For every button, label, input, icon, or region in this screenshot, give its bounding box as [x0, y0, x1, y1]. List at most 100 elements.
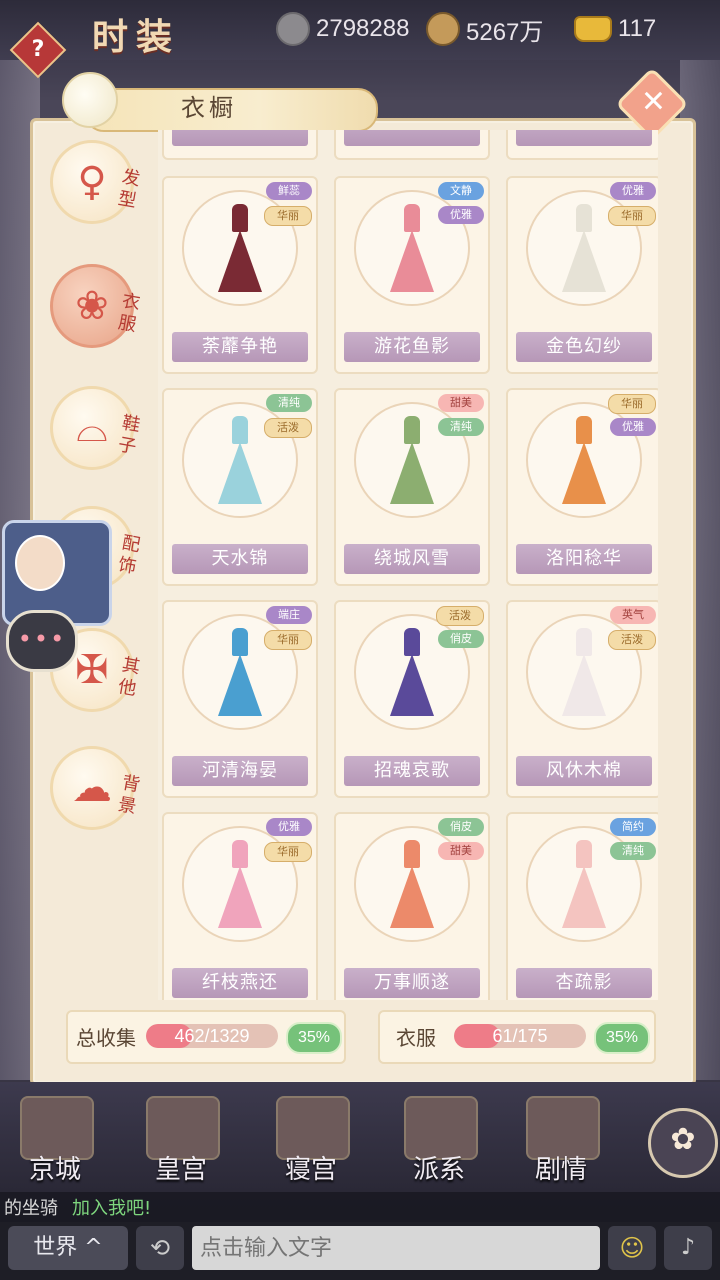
outfit-card[interactable]: 文静 优雅 游花鱼影 — [334, 176, 490, 374]
outfit-card[interactable]: 英气 活泼 风休木棉 — [506, 600, 658, 798]
outfit-card[interactable]: 优雅华丽金色幻纱 — [506, 176, 658, 374]
outfit-card-partial[interactable] — [162, 130, 318, 160]
outfit-name: 风休木棉 — [516, 756, 652, 786]
outfit-preview-image — [218, 628, 262, 718]
silver-coin-icon — [276, 12, 310, 46]
outfit-preview-image — [562, 628, 606, 718]
help-icon: ? — [31, 37, 45, 62]
outfit-card[interactable]: 简约 清纯 杏疏影 — [506, 812, 658, 1000]
outfit-preview-image — [562, 840, 606, 930]
outfit-card[interactable]: 端庄华丽河清海晏 — [162, 600, 318, 798]
nav-label: 剧情 — [534, 1155, 587, 1185]
page-title: 时装 — [92, 16, 181, 58]
total-collection-label: 总收集 — [76, 1026, 136, 1050]
voice-button[interactable]: ♪ — [664, 1226, 712, 1270]
style-tag: 华丽 — [264, 842, 312, 862]
outfit-card[interactable]: 甜美清纯绕城风雪 — [334, 388, 490, 586]
style-tag: 甜美 — [438, 842, 484, 860]
copper-coin-value: 5267万 — [466, 18, 544, 46]
outfit-preview-image — [562, 204, 606, 294]
chat-bubble-button[interactable]: ••• — [6, 610, 78, 672]
style-tag: 优雅 — [438, 206, 484, 224]
clothes-icon: ❀ — [75, 283, 109, 329]
outfit-preview-image — [390, 204, 434, 294]
nav-item-1[interactable]: 皇宫 — [126, 1092, 236, 1188]
style-tag: 清纯 — [610, 842, 656, 860]
nav-item-2[interactable]: 寝宫 — [256, 1092, 366, 1188]
gold-ingot-value: 117 — [618, 15, 657, 42]
style-tag: 甜美 — [438, 394, 484, 412]
nav-label: 京城 — [28, 1155, 81, 1185]
style-tag: 优雅 — [610, 182, 656, 200]
style-tag: 英气 — [610, 606, 656, 624]
outfit-preview-image — [562, 416, 606, 506]
panel-title: 衣橱 — [181, 94, 237, 122]
outfit-name: 天水锦 — [172, 544, 308, 574]
style-tag: 华丽 — [608, 394, 656, 414]
style-tag: 华丽 — [264, 630, 312, 650]
history-button[interactable]: ⟲ — [136, 1226, 184, 1270]
outfit-name: 金色幻纱 — [516, 332, 652, 362]
nav-label: 皇宫 — [154, 1155, 207, 1185]
total-collection-value: 462/1329 — [174, 1026, 250, 1046]
outfit-name: 游花鱼影 — [344, 332, 480, 362]
microphone-icon: ♪ — [680, 1235, 696, 1260]
outfit-preview-image — [218, 204, 262, 294]
silver-coin-value: 2798288 — [316, 15, 410, 42]
silver-coin-counter: 2798288 — [276, 12, 409, 46]
outfit-name: 洛阳稔华 — [516, 544, 652, 574]
outfit-name: 万事顺遂 — [344, 968, 480, 998]
style-tag: 优雅 — [610, 418, 656, 436]
clothes-collection-value: 61/175 — [492, 1026, 548, 1046]
close-icon: ✕ — [640, 84, 666, 120]
outfit-card[interactable]: 优雅 华丽 纤枝燕还 — [162, 812, 318, 1000]
style-tag: 清纯 — [438, 418, 484, 436]
chat-join-link[interactable]: 加入我吧! — [72, 1194, 151, 1220]
outfit-name: 纤枝燕还 — [172, 968, 308, 998]
nav-item-4[interactable]: 剧情 — [506, 1092, 616, 1188]
style-tag: 华丽 — [608, 206, 656, 226]
outfit-name: 河清海晏 — [172, 756, 308, 786]
emoji-button[interactable]: ☺ — [608, 1226, 656, 1270]
style-tag: 俏皮 — [438, 630, 484, 648]
clothes-collection-percent: 35% — [594, 1022, 650, 1054]
category-tab-1[interactable]: ❀ 衣服 — [48, 262, 144, 358]
category-tab-5[interactable]: ☁ 背景 — [48, 744, 144, 840]
outfit-card[interactable]: 活泼 俏皮 招魂哀歌 — [334, 600, 490, 798]
style-tag: 简约 — [610, 818, 656, 836]
copper-coin-icon — [426, 12, 460, 46]
nav-item-0[interactable]: 京城 — [0, 1092, 110, 1188]
flower-icon: ✿ — [670, 1122, 696, 1157]
outfit-preview-image — [390, 628, 434, 718]
style-tag: 俏皮 — [438, 818, 484, 836]
outfit-card[interactable]: 华丽优雅洛阳稔华 — [506, 388, 658, 586]
companion-avatar — [15, 535, 65, 591]
outfit-card[interactable]: 鲜蕊 华丽 荼蘼争艳 — [162, 176, 318, 374]
outfit-card-partial[interactable] — [334, 130, 490, 160]
hairstyle-icon: ♀ — [77, 159, 107, 205]
outfit-name: 绕城风雪 — [344, 544, 480, 574]
outfit-card-partial[interactable] — [506, 130, 658, 160]
total-collection-bar: 462/1329 — [146, 1024, 278, 1048]
outfit-card[interactable]: 清纯 活泼 天水锦 — [162, 388, 318, 586]
flower-menu-button[interactable]: ✿ — [648, 1108, 718, 1178]
chat-input[interactable] — [192, 1226, 600, 1270]
category-tab-0[interactable]: ♀ 发型 — [48, 138, 144, 234]
chat-input-bar: 世界 ^ ⟲ ☺ ♪ — [0, 1222, 720, 1280]
style-tag: 端庄 — [266, 606, 312, 624]
channel-select-button[interactable]: 世界 ^ — [8, 1226, 128, 1270]
outfit-card[interactable]: 俏皮甜美万事顺遂 — [334, 812, 490, 1000]
style-tag: 鲜蕊 — [266, 182, 312, 200]
total-collection-stat: 总收集 462/1329 35% — [66, 1010, 346, 1064]
category-tab-2[interactable]: ⌓ 鞋子 — [48, 384, 144, 480]
clothes-collection-stat: 衣服 61/175 35% — [378, 1010, 656, 1064]
outfit-grid[interactable]: 鲜蕊 华丽 荼蘼争艳 文静 优雅 游花鱼影 优雅 华丽 金色幻纱 清纯 活泼 天水锦 甜美 清纯 绕城风雪华… — [158, 130, 658, 1000]
clothes-collection-label: 衣服 — [396, 1026, 436, 1050]
clothes-collection-bar: 61/175 — [454, 1024, 586, 1048]
outfit-name: 招魂哀歌 — [344, 756, 480, 786]
style-tag: 活泼 — [264, 418, 312, 438]
nav-item-3[interactable]: 派系 — [384, 1092, 494, 1188]
gold-ingot-counter: 117 — [574, 12, 656, 46]
outfit-preview-image — [218, 416, 262, 506]
outfit-preview-image — [390, 840, 434, 930]
